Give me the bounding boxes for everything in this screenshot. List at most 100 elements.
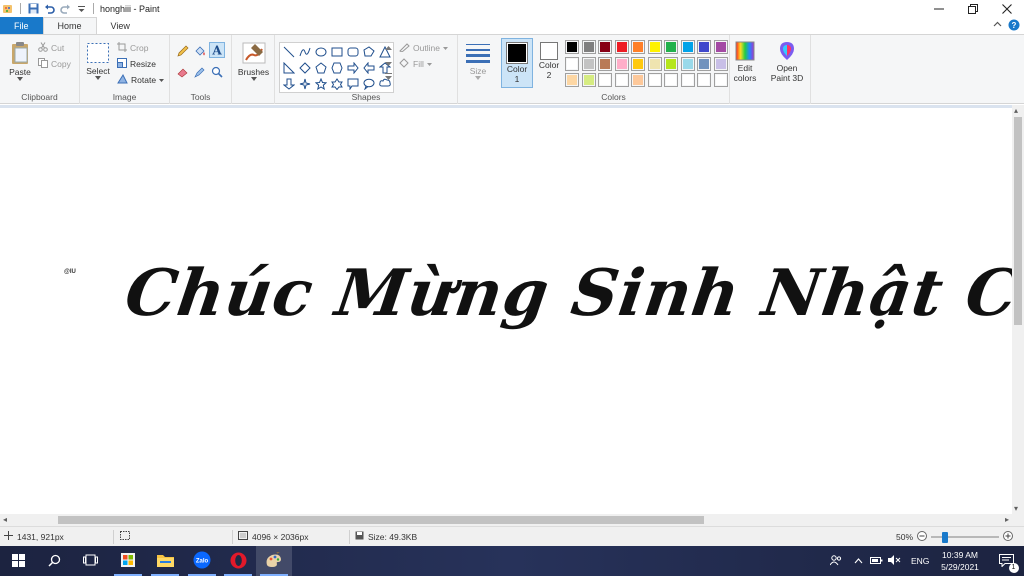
paste-button[interactable]: Paste xyxy=(6,41,34,81)
down-arrow-shape-icon[interactable] xyxy=(281,76,296,91)
taskbar-clock[interactable]: 10:39 AM 5/29/2021 xyxy=(930,549,990,573)
line-shape-icon[interactable] xyxy=(281,44,296,59)
palette-color-swatch[interactable] xyxy=(713,56,728,71)
zoom-in-icon[interactable] xyxy=(1003,531,1014,543)
palette-color-swatch[interactable] xyxy=(647,56,662,71)
scroll-right-icon[interactable]: ▸ xyxy=(1005,515,1009,524)
save-icon[interactable] xyxy=(27,3,39,15)
taskbar-file-explorer[interactable] xyxy=(147,546,183,576)
magnifier-icon[interactable] xyxy=(211,66,223,80)
outline-button[interactable]: Outline xyxy=(399,42,448,54)
tab-view[interactable]: View xyxy=(97,17,144,34)
pencil-icon[interactable] xyxy=(177,45,189,59)
palette-color-swatch[interactable] xyxy=(631,40,645,54)
palette-color-swatch[interactable] xyxy=(598,56,612,71)
copy-button[interactable]: Copy xyxy=(38,58,71,70)
zoom-out-icon[interactable] xyxy=(917,531,928,543)
right-arrow-shape-icon[interactable] xyxy=(345,60,360,75)
horizontal-scroll-thumb[interactable] xyxy=(58,516,704,524)
notification-center-button[interactable]: 1 xyxy=(988,546,1024,576)
palette-color-swatch[interactable] xyxy=(614,40,629,54)
palette-color-swatch[interactable] xyxy=(713,73,728,87)
palette-color-swatch[interactable] xyxy=(680,56,695,71)
rect-callout-shape-icon[interactable] xyxy=(345,76,360,91)
paint-app-icon[interactable] xyxy=(2,3,14,15)
six-point-star-shape-icon[interactable] xyxy=(329,76,344,91)
palette-color-swatch[interactable] xyxy=(631,73,645,87)
collapse-ribbon-icon[interactable] xyxy=(993,20,1002,31)
taskbar-zalo[interactable]: Zalo xyxy=(184,546,220,576)
rectangle-shape-icon[interactable] xyxy=(329,44,344,59)
help-icon[interactable]: ? xyxy=(1008,19,1020,33)
palette-color-swatch[interactable] xyxy=(713,40,728,54)
close-button[interactable] xyxy=(990,0,1024,17)
oval-callout-shape-icon[interactable] xyxy=(361,76,376,91)
palette-color-swatch[interactable] xyxy=(647,73,662,87)
taskbar-app-store[interactable] xyxy=(110,546,146,576)
size-button[interactable]: Size xyxy=(462,42,494,80)
left-arrow-shape-icon[interactable] xyxy=(361,60,376,75)
redo-icon[interactable] xyxy=(59,3,71,15)
brushes-button[interactable]: Brushes xyxy=(235,41,272,81)
zoom-slider[interactable] xyxy=(931,532,1000,543)
palette-color-swatch[interactable] xyxy=(598,40,612,54)
oval-shape-icon[interactable] xyxy=(313,44,328,59)
taskbar-paint[interactable] xyxy=(256,546,292,576)
customize-qat-icon[interactable] xyxy=(75,3,87,15)
palette-color-swatch[interactable] xyxy=(680,40,695,54)
four-point-star-shape-icon[interactable] xyxy=(297,76,312,91)
minimize-button[interactable] xyxy=(922,0,956,17)
rounded-rectangle-shape-icon[interactable] xyxy=(345,44,360,59)
resize-button[interactable]: Resize xyxy=(117,58,156,70)
palette-color-swatch[interactable] xyxy=(631,56,645,71)
tab-file[interactable]: File xyxy=(0,17,43,34)
palette-color-swatch[interactable] xyxy=(614,73,629,87)
polygon-shape-icon[interactable] xyxy=(361,44,376,59)
palette-color-swatch[interactable] xyxy=(664,56,678,71)
tab-home[interactable]: Home xyxy=(42,17,97,34)
palette-color-swatch[interactable] xyxy=(664,73,678,87)
palette-color-swatch[interactable] xyxy=(581,40,596,54)
search-button[interactable] xyxy=(36,546,72,576)
vertical-scroll-thumb[interactable] xyxy=(1014,117,1022,325)
curve-shape-icon[interactable] xyxy=(297,44,312,59)
battery-icon[interactable] xyxy=(870,556,883,567)
cut-button[interactable]: Cut xyxy=(38,42,64,54)
open-paint3d-button[interactable]: Open Paint 3D xyxy=(765,41,809,83)
palette-color-swatch[interactable] xyxy=(697,40,711,54)
palette-color-swatch[interactable] xyxy=(598,73,612,87)
undo-icon[interactable] xyxy=(43,3,55,15)
select-button[interactable]: Select xyxy=(84,42,112,80)
show-hidden-icons-icon[interactable] xyxy=(854,556,863,566)
palette-color-swatch[interactable] xyxy=(664,40,678,54)
volume-muted-icon[interactable] xyxy=(888,555,901,567)
five-point-star-shape-icon[interactable] xyxy=(313,76,328,91)
palette-color-swatch[interactable] xyxy=(647,40,662,54)
shapes-expand-icon[interactable] xyxy=(385,73,392,83)
restore-button[interactable] xyxy=(956,0,990,17)
palette-color-swatch[interactable] xyxy=(565,73,579,87)
shapes-scroll-up-icon[interactable] xyxy=(385,43,392,53)
palette-color-swatch[interactable] xyxy=(680,73,695,87)
people-icon[interactable] xyxy=(829,554,842,568)
fill-bucket-icon[interactable] xyxy=(194,45,206,59)
palette-color-swatch[interactable] xyxy=(697,73,711,87)
right-triangle-shape-icon[interactable] xyxy=(281,60,296,75)
start-button[interactable] xyxy=(0,546,36,576)
palette-color-swatch[interactable] xyxy=(697,56,711,71)
vertical-scrollbar[interactable]: ▴ ▾ xyxy=(1012,105,1024,514)
horizontal-scrollbar[interactable]: ◂ ▸ xyxy=(0,514,1012,526)
palette-color-swatch[interactable] xyxy=(565,40,579,54)
diamond-shape-icon[interactable] xyxy=(297,60,312,75)
rotate-button[interactable]: Rotate xyxy=(117,73,165,86)
pentagon-shape-icon[interactable] xyxy=(313,60,328,75)
hexagon-shape-icon[interactable] xyxy=(329,60,344,75)
taskbar-opera[interactable] xyxy=(220,546,256,576)
drawing-canvas[interactable]: Chúc Mừng Sinh Nhật Cây @IU xyxy=(0,108,1012,514)
text-tool-icon[interactable]: A xyxy=(209,42,225,58)
scroll-left-icon[interactable]: ◂ xyxy=(3,515,7,524)
color-picker-icon[interactable] xyxy=(194,66,206,80)
language-indicator[interactable]: ENG xyxy=(911,556,929,566)
palette-color-swatch[interactable] xyxy=(581,56,596,71)
crop-button[interactable]: Crop xyxy=(117,42,148,54)
